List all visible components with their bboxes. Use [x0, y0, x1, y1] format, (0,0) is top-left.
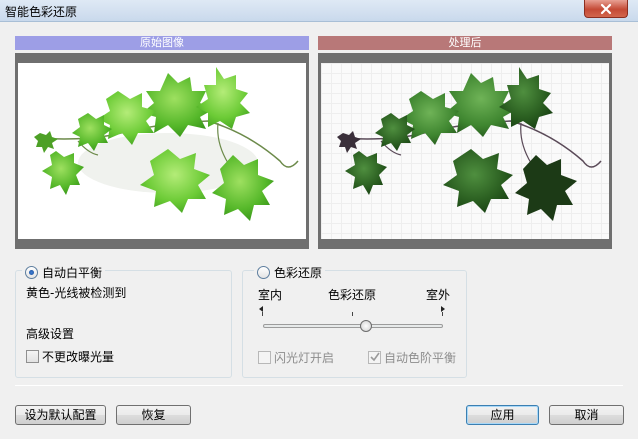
leaves-image-processed — [337, 67, 602, 221]
outdoor-label: 室外 — [426, 288, 451, 302]
auto-white-balance-label: 自动白平衡 — [42, 266, 103, 280]
slider-tick — [442, 312, 443, 316]
original-image-frame — [15, 53, 309, 249]
advanced-settings-label: 高级设置 — [26, 327, 75, 341]
close-button[interactable] — [584, 0, 628, 18]
checkbox-box[interactable] — [26, 350, 39, 363]
auto-levels-label: 自动色阶平衡 — [384, 351, 457, 365]
checkbox-box[interactable] — [368, 351, 381, 364]
divider — [15, 385, 623, 386]
auto-levels-checkbox[interactable]: 自动色阶平衡 — [368, 349, 456, 366]
dialog-client: 原始图像 处理后 自动白平衡 黄色-光线被检测到 高级设置 不更改曝光量 色彩还… — [0, 22, 638, 439]
checkmark-icon — [370, 352, 380, 362]
color-restore-radio[interactable]: 色彩还原 — [254, 264, 326, 281]
color-restore-label: 色彩还原 — [274, 266, 323, 280]
set-default-button[interactable]: 设为默认配置 — [15, 405, 106, 425]
checkbox-box[interactable] — [258, 351, 271, 364]
keep-exposure-label: 不更改曝光量 — [42, 350, 115, 364]
original-image-preview — [18, 63, 306, 239]
indoor-label: 室内 — [258, 288, 283, 302]
radio-button[interactable] — [25, 266, 38, 279]
leaves-image — [34, 67, 299, 221]
processed-image-header: 处理后 — [318, 36, 612, 50]
color-temp-slider[interactable] — [263, 324, 443, 328]
slider-tick — [352, 312, 353, 316]
cancel-button[interactable]: 取消 — [549, 405, 624, 425]
color-restore-center-label: 色彩还原 — [328, 288, 377, 302]
processed-image-frame — [318, 53, 612, 249]
radio-button[interactable] — [257, 266, 270, 279]
close-icon — [600, 3, 612, 14]
detection-status: 黄色-光线被检测到 — [26, 286, 127, 300]
restore-button[interactable]: 恢复 — [116, 405, 191, 425]
keep-exposure-checkbox[interactable]: 不更改曝光量 — [26, 348, 114, 365]
processed-image-preview — [321, 63, 609, 239]
original-image-header: 原始图像 — [15, 36, 309, 50]
window-title: 智能色彩还原 — [5, 5, 78, 19]
apply-button[interactable]: 应用 — [466, 405, 539, 425]
flash-checkbox[interactable]: 闪光灯开启 — [258, 349, 334, 366]
slider-thumb[interactable] — [359, 320, 372, 332]
flash-label: 闪光灯开启 — [274, 351, 335, 365]
auto-white-balance-radio[interactable]: 自动白平衡 — [22, 264, 106, 281]
slider-tick — [262, 312, 263, 316]
title-bar: 智能色彩还原 — [0, 0, 638, 22]
